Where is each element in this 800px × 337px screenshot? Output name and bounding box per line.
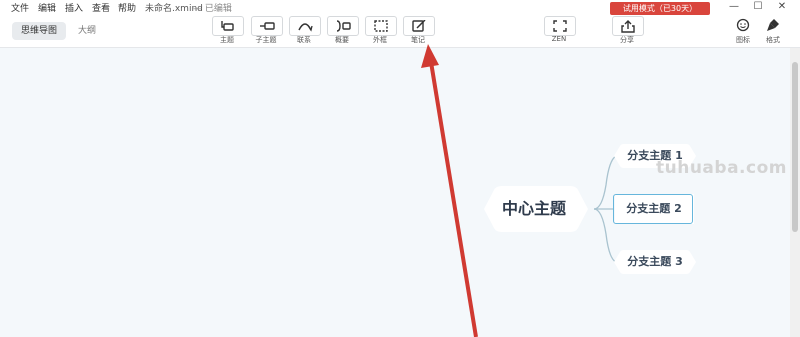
emoji-tool-button[interactable]: 图标 xyxy=(726,16,760,46)
subtopic-icon xyxy=(260,22,275,30)
format-tool-label: 格式 xyxy=(766,36,780,44)
menu-bar: 文件 编辑 插入 查看 帮助 未命名.xmind — 已编辑 试用模式（已30天… xyxy=(0,0,800,15)
branch-topic-3-text: 分支主题 3 xyxy=(627,255,683,268)
tab-mindmap[interactable]: 思维导图 xyxy=(12,22,66,40)
boundary-icon xyxy=(374,20,388,32)
topic-tool-label: 主题 xyxy=(220,36,234,44)
notes-tool-label: 笔记 xyxy=(411,36,425,44)
emoji-tool-label: 图标 xyxy=(736,36,750,44)
share-tool-label: 分享 xyxy=(620,36,634,44)
menu-insert[interactable]: 插入 xyxy=(65,1,83,14)
branch-topic-3[interactable]: 分支主题 3 xyxy=(614,248,696,276)
central-topic[interactable]: 中心主题 xyxy=(478,184,594,234)
relationship-tool-label: 联系 xyxy=(297,36,311,44)
watermark-text: tuhuaba.com xyxy=(656,158,787,178)
subtopic-tool-button[interactable]: 子主题 xyxy=(249,16,283,46)
tab-outline[interactable]: 大纲 xyxy=(72,22,102,40)
menu-view[interactable]: 查看 xyxy=(92,1,110,14)
scrollbar-thumb[interactable] xyxy=(792,62,798,232)
menu-help[interactable]: 帮助 xyxy=(118,1,136,14)
relationship-icon xyxy=(298,23,313,32)
zen-tool-label: ZEN xyxy=(551,35,567,43)
maximize-button[interactable]: ☐ xyxy=(747,0,769,14)
notes-tool-button[interactable]: 笔记 xyxy=(401,16,435,46)
summary-tool-button[interactable]: 概要 xyxy=(325,16,359,46)
boundary-tool-button[interactable]: 外框 xyxy=(363,16,397,46)
subtopic-tool-label: 子主题 xyxy=(255,36,277,44)
menu-edit[interactable]: 编辑 xyxy=(38,1,56,14)
format-tool-button[interactable]: 格式 xyxy=(756,16,790,46)
mindmap-canvas[interactable] xyxy=(0,48,790,337)
boundary-tool-label: 外框 xyxy=(373,36,387,44)
minimize-button[interactable]: — xyxy=(723,0,745,14)
summary-icon xyxy=(336,20,351,32)
menu-file[interactable]: 文件 xyxy=(11,1,29,14)
format-brush-icon xyxy=(767,19,779,31)
document-status: — 已编辑 xyxy=(193,4,232,14)
relationship-tool-button[interactable]: 联系 xyxy=(287,16,321,46)
summary-tool-label: 概要 xyxy=(335,36,349,44)
branch-topic-2-text: 分支主题 2 xyxy=(626,202,682,215)
emoji-icon xyxy=(736,18,750,32)
share-tool-button[interactable]: 分享 xyxy=(610,16,644,46)
branch-topic-2[interactable]: 分支主题 2 xyxy=(613,194,695,224)
close-button[interactable]: ✕ xyxy=(771,0,793,14)
zen-icon xyxy=(553,20,567,32)
central-topic-text: 中心主题 xyxy=(501,199,566,218)
zen-tool-button[interactable]: ZEN xyxy=(542,16,576,46)
topic-tool-button[interactable]: 主题 xyxy=(210,16,244,46)
share-icon xyxy=(621,19,635,33)
notes-icon xyxy=(412,20,426,32)
trial-badge[interactable]: 试用模式（已30天） xyxy=(610,2,710,15)
topic-icon xyxy=(221,21,234,31)
